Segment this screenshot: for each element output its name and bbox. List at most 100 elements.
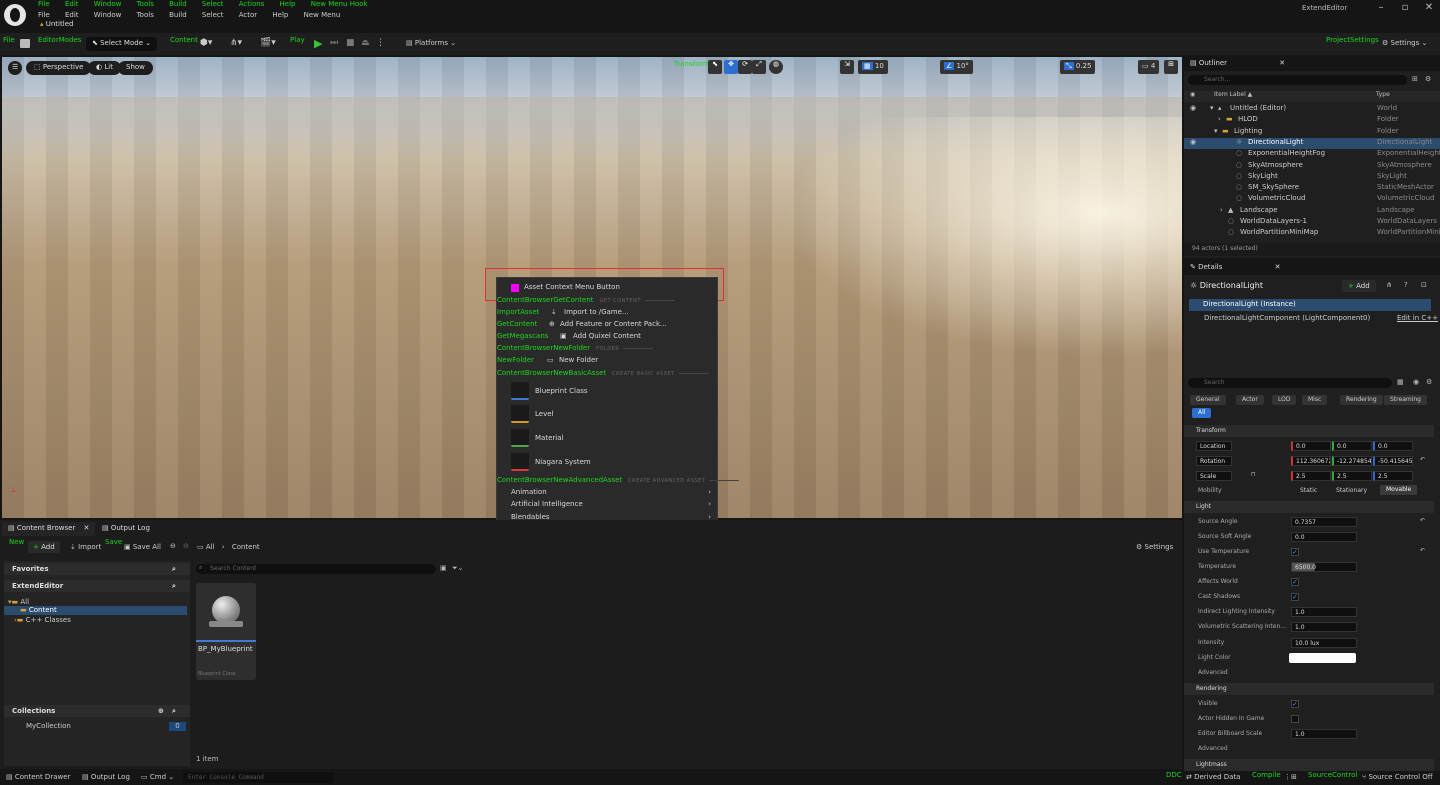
favorites-header[interactable]: Favorites ⌕ — [4, 563, 190, 575]
outliner-search-input[interactable]: Search... — [1188, 75, 1407, 85]
viewport-options-icon[interactable]: ☰ — [8, 61, 23, 75]
outliner-row[interactable]: ◌ SkyLight SkyLight — [1184, 172, 1440, 183]
menu-new-menu[interactable]: New Menu — [304, 11, 341, 19]
filter-lod[interactable]: LOD — [1272, 395, 1297, 405]
more-play-options-icon[interactable]: ⋮ — [376, 38, 385, 48]
mobility-stationary[interactable]: Stationary — [1336, 487, 1367, 494]
menu-window[interactable]: Window — [94, 11, 122, 19]
cinematics-icon[interactable]: 🎬▾ — [260, 38, 276, 48]
category-transform[interactable]: Transform — [1184, 425, 1434, 437]
use-temperature-checkbox[interactable]: ✓ — [1291, 548, 1299, 556]
tree-item-content[interactable]: ▬ Content — [4, 606, 187, 615]
maximize-icon[interactable]: ▫ — [1394, 2, 1416, 16]
add-collection-icon[interactable]: ⊕ — [158, 707, 164, 715]
intensity-field[interactable]: 10.0 lux — [1291, 638, 1357, 648]
scale-tool-icon[interactable]: ⤢ — [752, 60, 766, 74]
menu-select[interactable]: Select — [202, 11, 224, 19]
location-x-field[interactable]: 0.0 — [1291, 441, 1331, 451]
camera-speed-button[interactable]: ▭ 4 — [1138, 60, 1160, 74]
mobility-static[interactable]: Static — [1300, 487, 1317, 494]
volumetric-field[interactable]: 1.0 — [1291, 622, 1357, 632]
perspective-button[interactable]: ⬚ Perspective — [26, 61, 92, 75]
menu-item-advanced[interactable]: Animation › — [497, 488, 717, 500]
help-icon[interactable]: ? — [1404, 281, 1408, 289]
menu-tools[interactable]: Tools — [137, 11, 154, 19]
rotation-z-field[interactable]: -50.415645 — [1373, 456, 1413, 466]
scale-snap-button[interactable]: ⤡ 0.25 — [1060, 60, 1096, 74]
unreal-logo-icon[interactable] — [4, 4, 26, 26]
outliner-row[interactable]: ◌ WorldDataLayers-1 WorldDataLayers — [1184, 217, 1440, 228]
save-search-icon[interactable]: ▣ — [440, 564, 447, 572]
outliner-row[interactable]: › ▲ Landscape Landscape — [1184, 206, 1440, 217]
lock-icon[interactable]: ⊡ — [1421, 281, 1427, 289]
outliner-row[interactable]: ◉ ☼ DirectionalLight DirectionalLight — [1184, 137, 1440, 149]
outliner-row[interactable]: ◌ VolumetricCloud VolumetricCloud — [1184, 194, 1440, 205]
category-light[interactable]: Light — [1184, 501, 1434, 513]
filter-icon[interactable]: ⏷⌄ — [452, 564, 463, 573]
maximize-viewport-icon[interactable]: ⊞ — [1164, 60, 1178, 74]
component-instance-row[interactable]: DirectionalLight (Instance) — [1189, 299, 1431, 311]
hidden-in-game-checkbox[interactable] — [1291, 715, 1299, 723]
scale-x-field[interactable]: 2.5 — [1291, 471, 1331, 481]
rotation-dropdown[interactable]: Rotation — [1196, 456, 1232, 466]
filter-misc[interactable]: Misc — [1302, 395, 1328, 405]
menu-item-blueprint-class[interactable]: Blueprint Class — [497, 382, 717, 404]
expand-arrow-icon[interactable]: ▾ — [1214, 127, 1218, 135]
component-row[interactable]: DirectionalLightComponent (LightComponen… — [1204, 314, 1370, 322]
platforms-button[interactable]: ▤ Platforms ⌄ — [406, 39, 456, 47]
visibility-icon[interactable]: ◉ — [1190, 138, 1196, 146]
derived-data-button[interactable]: ⇄ Derived Data — [1186, 773, 1240, 781]
source-soft-angle-field[interactable]: 0.0 — [1291, 532, 1357, 542]
menu-file[interactable]: File — [38, 11, 50, 19]
menu-item-get-megascans[interactable]: GetMegascans ▣ Add Quixel Content — [497, 332, 717, 344]
category-rendering[interactable]: Rendering — [1184, 683, 1434, 695]
add-content-icon[interactable]: ⬢▾ — [200, 38, 212, 48]
close-icon[interactable]: ✕ — [1279, 59, 1285, 67]
menu-actor[interactable]: Actor — [239, 11, 257, 19]
show-button[interactable]: Show — [118, 61, 153, 75]
category-lightmass[interactable]: Lightmass — [1184, 759, 1434, 771]
blueprint-icon[interactable]: ⋔▾ — [230, 38, 242, 48]
temperature-field[interactable]: 6500.0 — [1291, 562, 1357, 572]
rotation-y-field[interactable]: -12.274854 — [1332, 456, 1372, 466]
location-y-field[interactable]: 0.0 — [1332, 441, 1372, 451]
content-browser-tab[interactable]: ▤ Content Browser ✕ — [2, 522, 96, 536]
cmd-dropdown[interactable]: ▭ Cmd ⌄ — [141, 773, 174, 781]
save-icon[interactable] — [20, 39, 30, 48]
filter-streaming[interactable]: Streaming — [1384, 395, 1427, 405]
content-search-input[interactable]: Search Content — [196, 564, 436, 574]
menu-item-import[interactable]: ImportAsset ⇣ Import to /Game... — [497, 308, 717, 320]
cast-shadows-checkbox[interactable]: ✓ — [1291, 593, 1299, 601]
visible-checkbox[interactable]: ✓ — [1291, 700, 1299, 708]
outliner-row[interactable]: ▾ ▬ Lighting Folder — [1184, 127, 1440, 138]
source-control-button[interactable]: ⑂ Source Control Off — [1362, 773, 1433, 781]
output-log-button[interactable]: ▤ Output Log — [82, 773, 130, 781]
affects-world-checkbox[interactable]: ✓ — [1291, 578, 1299, 586]
breadcrumb-content[interactable]: Content — [232, 543, 260, 551]
billboard-scale-field[interactable]: 1.0 — [1291, 729, 1357, 739]
outliner-row[interactable]: › ▬ HLOD Folder — [1184, 115, 1440, 126]
menu-item-advanced[interactable]: Artificial Intelligence › — [497, 500, 717, 512]
details-tab[interactable]: ✎ Details ✕ — [1184, 261, 1440, 275]
source-angle-field[interactable]: 0.7357 — [1291, 517, 1357, 527]
select-mode-dropdown[interactable]: ⬉ Select Mode ⌄ — [86, 37, 158, 51]
reset-icon[interactable]: ↶ — [1420, 456, 1425, 463]
console-input[interactable]: Enter Console Command — [183, 772, 333, 783]
compile-icon[interactable]: ⋮⊞ — [1284, 773, 1297, 781]
eject-icon[interactable]: ⏏ — [361, 38, 370, 48]
menu-item-niagara-system[interactable]: Niagara System — [497, 453, 717, 475]
tree-item-all[interactable]: ▾▬ All — [8, 598, 29, 606]
visibility-icon[interactable]: ◉ — [1190, 104, 1196, 112]
close-icon[interactable]: ✕ — [1275, 263, 1281, 271]
scale-dropdown[interactable]: Scale — [1196, 471, 1232, 481]
reset-icon[interactable]: ↶ — [1420, 547, 1425, 554]
breadcrumb-all[interactable]: All — [206, 543, 215, 551]
outliner-row[interactable]: ◌ SkyAtmosphere SkyAtmosphere — [1184, 161, 1440, 172]
tree-item-cpp-classes[interactable]: ›▬ C++ Classes — [14, 616, 71, 624]
menu-item-level[interactable]: Level — [497, 405, 717, 427]
add-button[interactable]: + Add — [28, 541, 60, 553]
output-log-tab[interactable]: ▤ Output Log — [96, 522, 156, 536]
cb-settings-button[interactable]: ⚙ Settings — [1136, 543, 1173, 551]
outliner-row[interactable]: ◌ ExponentialHeightFog ExponentialHeightFo… — [1184, 149, 1440, 160]
search-icon[interactable]: ⌕ — [172, 582, 176, 591]
